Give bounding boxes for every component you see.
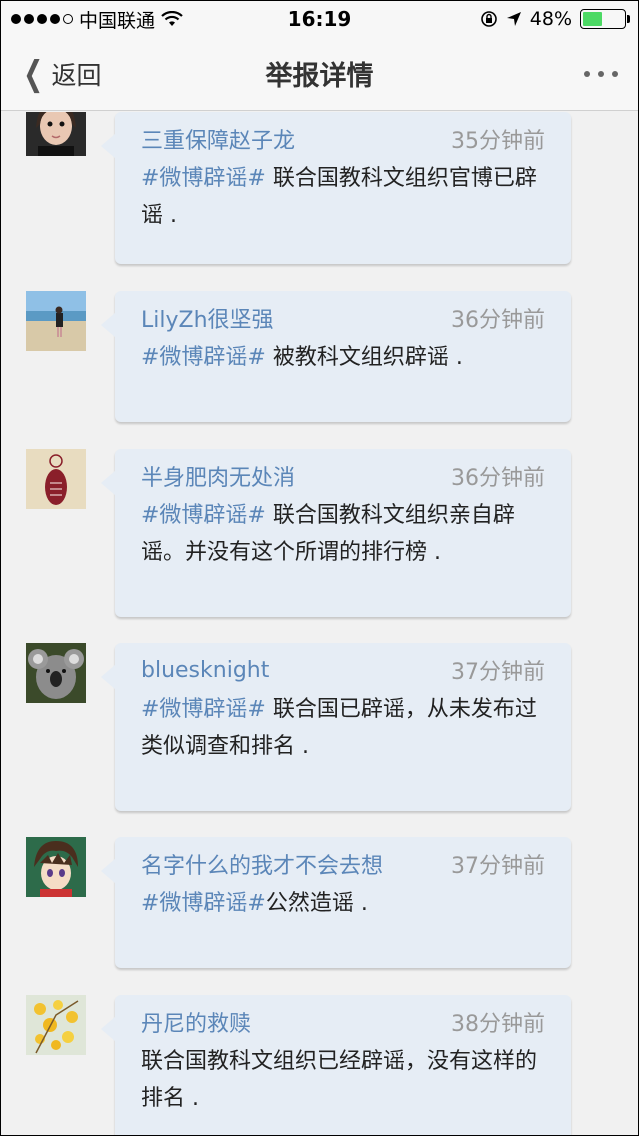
hashtag-link[interactable]: #微博辟谣# <box>141 697 266 722</box>
more-dot-icon <box>584 70 590 77</box>
orientation-lock-icon <box>480 11 497 27</box>
timestamp: 37分钟前 <box>451 660 545 685</box>
avatar[interactable] <box>26 837 86 897</box>
more-dot-icon <box>612 70 618 77</box>
comment-feed[interactable]: 三重保障赵子龙 35分钟前 #微博辟谣# 联合国教科文组织官博已辟谣 . Lil… <box>1 112 638 1135</box>
status-left: 中国联通 <box>11 6 183 33</box>
avatar[interactable] <box>26 112 86 156</box>
comment-text: #微博辟谣#公然造谣 . <box>141 891 368 916</box>
username-link[interactable]: 丹尼的救赎 <box>141 1006 251 1038</box>
comment-bubble: 三重保障赵子龙 35分钟前 #微博辟谣# 联合国教科文组织官博已辟谣 . <box>101 112 571 264</box>
chevron-left-icon: ❮ <box>23 53 44 94</box>
comment-bubble: 半身肥肉无处消 36分钟前 #微博辟谣# 联合国教科文组织亲自辟谣。并没有这个所… <box>101 449 571 617</box>
comment-text: #微博辟谣# 联合国已辟谣，从未发布过类似调查和排名 . <box>141 697 537 759</box>
comment-bubble: bluesknight 37分钟前 #微博辟谣# 联合国已辟谣，从未发布过类似调… <box>101 643 571 811</box>
carrier-name: 中国联通 <box>79 9 156 32</box>
hashtag-link[interactable]: #微博辟谣# <box>141 166 266 191</box>
timestamp: 38分钟前 <box>451 1012 545 1037</box>
username-link[interactable]: LilyZh很坚强 <box>141 302 274 334</box>
avatar[interactable] <box>26 995 86 1055</box>
timestamp: 35分钟前 <box>451 129 545 154</box>
more-options-button[interactable] <box>584 70 618 77</box>
comment-bubble: LilyZh很坚强 36分钟前 #微博辟谣# 被教科文组织辟谣 . <box>101 291 571 422</box>
username-link[interactable]: 半身肥肉无处消 <box>141 460 295 492</box>
username-link[interactable]: 名字什么的我才不会去想 <box>141 848 383 880</box>
status-right: 48% <box>480 8 630 30</box>
comment-text: #微博辟谣# 被教科文组织辟谣 . <box>141 345 463 370</box>
comment-bubble: 丹尼的救赎 38分钟前 联合国教科文组织已经辟谣，没有这样的排名 . <box>101 995 571 1135</box>
timestamp: 37分钟前 <box>451 854 545 879</box>
signal-strength-icon <box>11 14 73 24</box>
status-bar: 中国联通 16:19 48% <box>1 1 638 37</box>
username-link[interactable]: 三重保障赵子龙 <box>141 123 295 155</box>
username-link[interactable]: bluesknight <box>141 658 269 683</box>
back-label: 返回 <box>51 60 102 90</box>
hashtag-link[interactable]: #微博辟谣# <box>141 503 266 528</box>
hashtag-link[interactable]: #微博辟谣# <box>141 345 266 370</box>
comment-text: #微博辟谣# 联合国教科文组织官博已辟谣 . <box>141 166 537 228</box>
battery-icon <box>580 9 630 29</box>
avatar[interactable] <box>26 643 86 703</box>
timestamp: 36分钟前 <box>451 308 545 333</box>
comment-text: 联合国教科文组织已经辟谣，没有这样的排名 . <box>141 1049 538 1111</box>
wifi-icon <box>161 11 183 26</box>
comment-text: #微博辟谣# 联合国教科文组织亲自辟谣。并没有这个所谓的排行榜 . <box>141 503 515 565</box>
timestamp: 36分钟前 <box>451 466 545 491</box>
more-dot-icon <box>598 70 604 77</box>
avatar[interactable] <box>26 291 86 351</box>
back-button[interactable]: ❮ 返回 <box>19 53 102 94</box>
comment-bubble: 名字什么的我才不会去想 37分钟前 #微博辟谣#公然造谣 . <box>101 837 571 968</box>
location-arrow-icon <box>506 12 521 26</box>
nav-bar: ❮ 返回 举报详情 <box>1 37 638 111</box>
battery-percent: 48% <box>529 8 572 30</box>
avatar[interactable] <box>26 449 86 509</box>
hashtag-link[interactable]: #微博辟谣# <box>141 891 266 916</box>
